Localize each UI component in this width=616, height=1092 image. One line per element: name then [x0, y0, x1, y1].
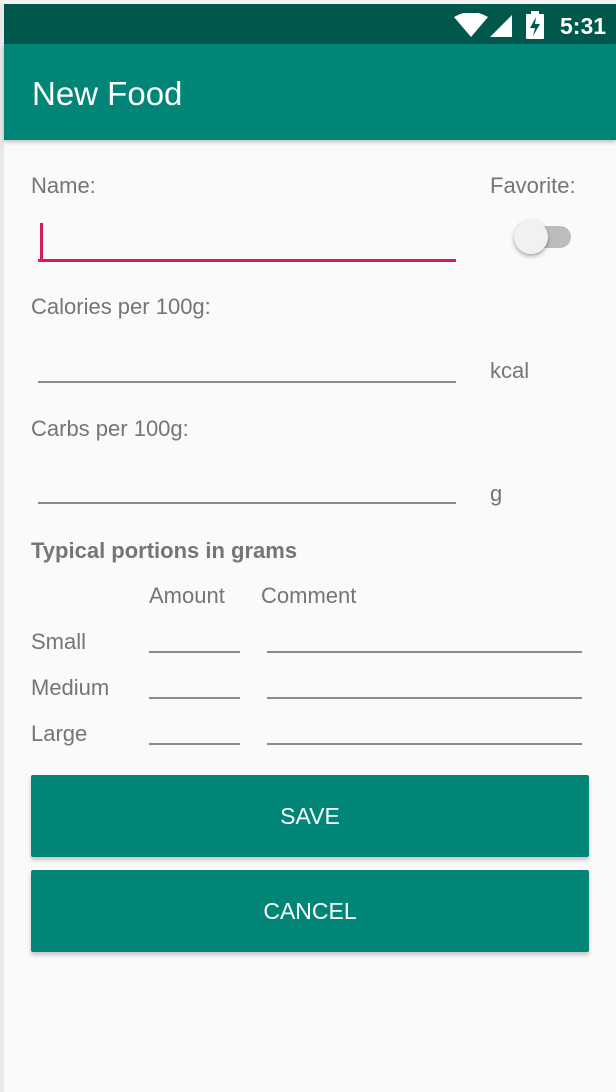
- medium-amount-field[interactable]: [149, 697, 240, 699]
- app-bar: New Food: [4, 44, 616, 140]
- medium-comment-field[interactable]: [267, 697, 582, 699]
- portion-row-label: Small: [31, 629, 87, 654]
- wifi-icon: [454, 13, 488, 37]
- portion-row-label: Large: [31, 721, 88, 746]
- cancel-button[interactable]: CANCEL: [31, 870, 589, 952]
- text-cursor: [40, 223, 43, 261]
- portions-heading: Typical portions in grams: [31, 538, 298, 563]
- save-button[interactable]: SAVE: [31, 775, 589, 857]
- app-title: New Food: [32, 75, 183, 112]
- favorite-label: Favorite:: [490, 173, 576, 198]
- status-bar: 5:31: [4, 4, 616, 44]
- small-amount-field[interactable]: [149, 651, 240, 653]
- favorite-switch-thumb[interactable]: [514, 220, 548, 254]
- large-amount-field[interactable]: [149, 743, 240, 745]
- cell-signal-icon: [490, 15, 512, 37]
- large-comment-field[interactable]: [267, 743, 582, 745]
- portion-row-label: Medium: [31, 675, 110, 700]
- calories-field[interactable]: [38, 381, 456, 383]
- comment-column-header: Comment: [261, 583, 357, 608]
- carbs-unit: g: [490, 481, 503, 506]
- carbs-label: Carbs per 100g:: [31, 416, 189, 441]
- carbs-field[interactable]: [38, 502, 456, 504]
- small-comment-field[interactable]: [267, 651, 582, 653]
- calories-unit: kcal: [490, 358, 530, 383]
- name-label: Name:: [31, 173, 96, 198]
- battery-charging-icon: [526, 11, 544, 39]
- name-field[interactable]: [38, 259, 456, 262]
- amount-column-header: Amount: [149, 583, 225, 608]
- calories-label: Calories per 100g:: [31, 294, 211, 319]
- status-time: 5:31: [560, 13, 607, 39]
